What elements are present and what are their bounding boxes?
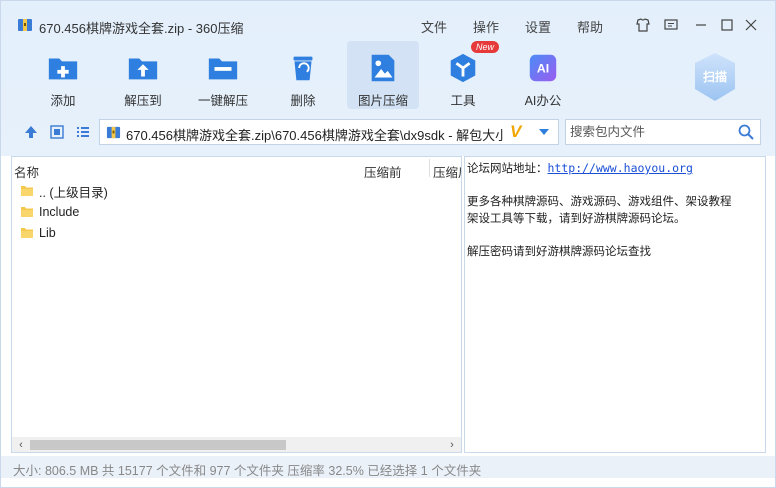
status-bar: 大小: 806.5 MB 共 15177 个文件和 977 个文件夹 压缩率 3… — [1, 456, 775, 478]
column-header-name[interactable]: 名称 — [14, 162, 39, 181]
image-compress-button[interactable]: 图片压缩 — [347, 41, 419, 109]
comment-line: 更多各种棋牌源码、游戏源码、游戏组件、架设教程 — [467, 194, 732, 208]
minimize-icon[interactable] — [691, 15, 711, 35]
ai-office-icon: AI — [529, 54, 557, 82]
up-arrow-icon[interactable] — [23, 124, 39, 140]
title-bar: 670.456棋牌游戏全套.zip - 360压缩 文件 操作 设置 帮助 — [1, 1, 775, 36]
add-label: 添加 — [50, 94, 76, 108]
app-logo-icon — [18, 19, 32, 31]
file-name: Include — [39, 205, 80, 219]
horizontal-scrollbar[interactable]: ‹ › — [12, 437, 461, 452]
skin-icon[interactable] — [633, 15, 653, 35]
folder-icon — [21, 207, 33, 217]
one-click-extract-icon — [208, 58, 238, 80]
list-view-icon[interactable] — [75, 124, 91, 140]
image-compress-icon — [371, 54, 395, 82]
address-path: 670.456棋牌游戏全套.zip\670.456棋牌游戏全套\dx9sdk -… — [126, 128, 504, 143]
extract-to-label: 解压到 — [124, 94, 162, 108]
scan-shield-icon: 扫描 — [695, 53, 735, 101]
maximize-icon[interactable] — [717, 15, 737, 35]
thumbnail-view-icon[interactable] — [49, 124, 65, 140]
scroll-right-icon[interactable]: › — [445, 437, 459, 452]
forum-line: 论坛网站地址：http://www.haoyou.org — [467, 160, 693, 176]
vip-badge[interactable]: V — [510, 122, 521, 142]
search-icon[interactable] — [738, 124, 754, 140]
menu-operate[interactable]: 操作 — [473, 17, 499, 36]
zip-file-icon — [106, 126, 121, 139]
feedback-icon[interactable] — [661, 15, 681, 35]
one-click-extract-button[interactable]: 一键解压 — [187, 41, 259, 109]
extract-folder-icon — [128, 58, 158, 80]
folder-icon — [21, 228, 33, 238]
list-item[interactable]: Lib — [20, 223, 220, 243]
file-list-panel: 名称 压缩前 压缩后 .. (上级目录) Include Lib ‹ › — [11, 156, 462, 453]
address-bar[interactable]: 670.456棋牌游戏全套.zip\670.456棋牌游戏全套\dx9sdk -… — [99, 119, 559, 145]
extract-to-button[interactable]: 解压到 — [107, 41, 179, 109]
tools-icon — [450, 53, 476, 83]
scan-button[interactable]: 扫描 — [691, 51, 739, 103]
search-input[interactable] — [566, 120, 736, 144]
ai-office-button[interactable]: AI AI办公 — [507, 41, 579, 109]
file-name: .. (上级目录) — [39, 185, 108, 200]
scroll-left-icon[interactable]: ‹ — [14, 437, 28, 452]
column-header-original-size[interactable]: 压缩前 — [364, 162, 402, 181]
search-box — [565, 119, 761, 145]
new-badge: New — [471, 41, 500, 53]
column-header-compressed-size[interactable]: 压缩后 — [433, 162, 461, 179]
delete-button[interactable]: 删除 — [267, 41, 339, 109]
comment-line: 解压密码请到好游棋牌源码论坛查找 — [467, 244, 651, 258]
scrollbar-thumb[interactable] — [30, 440, 286, 450]
delete-label: 删除 — [290, 94, 316, 108]
scan-label: 扫描 — [703, 69, 727, 84]
app-window: 670.456棋牌游戏全套.zip - 360压缩 文件 操作 设置 帮助 添加 — [0, 0, 776, 488]
tools-label: 工具 — [450, 94, 476, 108]
column-header-clip: 压缩后 — [433, 157, 461, 179]
menu-settings[interactable]: 设置 — [525, 17, 551, 36]
folder-icon — [21, 186, 33, 196]
window-title: 670.456棋牌游戏全套.zip - 360压缩 — [39, 21, 244, 36]
ai-icon-text: AI — [537, 62, 549, 76]
forum-link[interactable]: http://www.haoyou.org — [548, 161, 693, 175]
ai-office-label: AI办公 — [524, 94, 562, 108]
chevron-down-icon[interactable] — [538, 128, 550, 136]
list-item[interactable]: .. (上级目录) — [20, 181, 220, 201]
one-click-extract-label: 一键解压 — [197, 94, 248, 108]
column-divider[interactable] — [429, 159, 430, 177]
menu-file[interactable]: 文件 — [421, 17, 447, 36]
recycle-bin-icon — [293, 56, 313, 81]
archive-comment-panel: 论坛网站地址：http://www.haoyou.org 更多各种棋牌源码、游戏… — [464, 156, 766, 453]
comment-line: 架设工具等下载，请到好游棋牌源码论坛。 — [467, 211, 686, 225]
close-icon[interactable] — [741, 15, 761, 35]
image-compress-label: 图片压缩 — [357, 94, 408, 108]
file-name: Lib — [39, 226, 56, 240]
menu-help[interactable]: 帮助 — [577, 17, 603, 36]
status-text: 大小: 806.5 MB 共 15177 个文件和 977 个文件夹 压缩率 3… — [13, 464, 482, 478]
add-folder-icon — [48, 58, 78, 80]
forum-label: 论坛网站地址： — [467, 161, 548, 175]
add-button[interactable]: 添加 — [27, 41, 99, 109]
list-item[interactable]: Include — [20, 202, 220, 222]
